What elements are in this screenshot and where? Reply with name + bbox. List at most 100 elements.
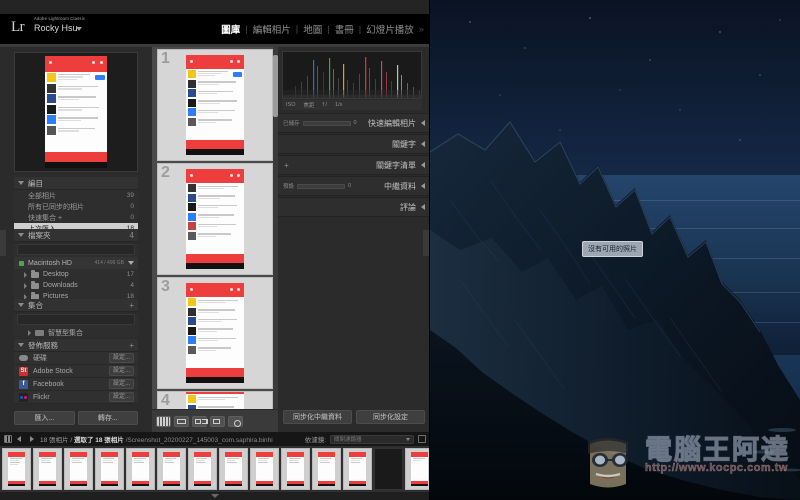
folders-header[interactable]: 檔案夾 4 (14, 229, 138, 242)
import-button[interactable]: 匯入... (14, 411, 75, 425)
add-publish-service-icon[interactable]: + (129, 341, 134, 350)
folder-volume-macintosh-hd[interactable]: Macintosh HD 414 / 499 GB (14, 257, 138, 269)
add-collection-icon[interactable]: + (129, 301, 134, 310)
collection-item-smart[interactable]: 智慧型集合 (14, 327, 138, 338)
filter-dropdown[interactable]: 關閉濾鏡器 (330, 434, 414, 444)
chevron-down-icon[interactable] (128, 261, 134, 265)
comments-section[interactable]: 評論 (278, 197, 429, 217)
setup-button[interactable]: 設定... (108, 366, 134, 376)
setup-button[interactable]: 設定... (108, 379, 134, 389)
catalog-item-quick-collection[interactable]: 快速集合 + 0 (14, 212, 138, 223)
export-button[interactable]: 轉存... (77, 411, 138, 425)
publish-service-adobe-stock[interactable]: St Adobe Stock 設定... (14, 365, 138, 378)
filmstrip-item[interactable] (343, 448, 372, 490)
quick-develop-section[interactable]: 已儲存 0 快速編輯相片 (278, 113, 429, 133)
desktop-wallpaper[interactable]: 沒有可用的照片 電腦王阿達 http://www.kocpc.com.tw (430, 0, 800, 500)
keywording-section[interactable]: 關鍵字 (278, 134, 429, 154)
disclosure-arrow-icon[interactable] (24, 282, 27, 289)
module-book[interactable]: 書冊 (335, 22, 354, 36)
folders-search-input[interactable] (17, 244, 135, 255)
filmstrip-collapse-handle[interactable] (0, 492, 429, 500)
navigate-forward-icon[interactable] (28, 435, 36, 443)
filmstrip-item[interactable] (2, 448, 31, 490)
people-view-icon[interactable] (228, 415, 243, 427)
publish-service-label: Facebook (33, 380, 64, 388)
navigator-preview[interactable] (14, 52, 138, 172)
grid-cell[interactable]: 1 (157, 49, 273, 161)
publish-services-list: 硬碟 設定... St Adobe Stock 設定... f Facebook… (14, 352, 138, 404)
setup-button[interactable]: 設定... (108, 353, 134, 363)
grid-cell[interactable]: 2 (157, 163, 273, 275)
publish-service-harddisk[interactable]: 硬碟 設定... (14, 352, 138, 365)
module-picker: 圖庫 | 編輯相片 | 地圖 | 書冊 | 幻燈片播放 » (221, 22, 424, 37)
grid-cell[interactable]: 3 (157, 277, 273, 389)
filmstrip-item[interactable] (95, 448, 124, 490)
survey-view-icon[interactable] (210, 415, 225, 427)
navigate-back-icon[interactable] (16, 435, 24, 443)
disclosure-triangle-icon[interactable] (18, 181, 24, 185)
module-develop[interactable]: 編輯相片 (253, 22, 291, 36)
filmstrip-item[interactable] (312, 448, 341, 490)
catalog-header[interactable]: 編目 (14, 177, 138, 190)
collapse-triangle-icon[interactable] (421, 204, 425, 210)
filmstrip-item[interactable] (126, 448, 155, 490)
publish-service-facebook[interactable]: f Facebook 設定... (14, 378, 138, 391)
disclosure-triangle-icon[interactable] (18, 233, 24, 237)
compare-view-icon[interactable] (192, 415, 207, 427)
left-panel-collapse-arrow[interactable] (0, 230, 6, 256)
loupe-view-icon[interactable] (174, 415, 189, 427)
filmstrip-item[interactable] (250, 448, 279, 490)
metadata-section[interactable]: 預設 0 中繼資料 (278, 176, 429, 196)
quick-develop-slider[interactable]: 已儲存 0 (283, 119, 357, 127)
filter-lock-icon[interactable] (418, 435, 426, 443)
show-grid-icon[interactable] (4, 435, 12, 443)
chevron-down-icon[interactable] (406, 437, 410, 441)
filmstrip-item[interactable] (219, 448, 248, 490)
filmstrip-item[interactable] (188, 448, 217, 490)
filmstrip-item[interactable] (33, 448, 62, 490)
navigator-thumbnail (45, 56, 107, 168)
disclosure-triangle-icon[interactable] (18, 343, 24, 347)
disclosure-triangle-icon[interactable] (18, 303, 24, 307)
filmstrip-item[interactable] (374, 448, 403, 490)
publish-services-header[interactable]: 發佈服務 + (14, 339, 138, 352)
collections-header[interactable]: 集合 + (14, 299, 138, 312)
metadata-preset-slider[interactable]: 預設 0 (283, 182, 351, 190)
publish-service-flickr[interactable]: Flickr 設定... (14, 391, 138, 404)
grid-view-icon[interactable] (156, 415, 171, 427)
filmstrip-thumbnails[interactable] (0, 446, 429, 492)
collections-search-input[interactable] (17, 314, 135, 325)
flickr-icon (19, 392, 28, 402)
catalog-item-all-photos[interactable]: 全部相片 39 (14, 190, 138, 201)
slider-track[interactable] (302, 120, 351, 126)
setup-button[interactable]: 設定... (108, 392, 134, 402)
add-keyword-icon[interactable]: + (284, 161, 289, 170)
catalog-item-synced[interactable]: 所有已同步的相片 0 (14, 201, 138, 212)
collapse-triangle-icon[interactable] (421, 183, 425, 189)
filmstrip-item[interactable] (281, 448, 310, 490)
collapse-triangle-icon[interactable] (421, 162, 425, 168)
module-map[interactable]: 地圖 (303, 22, 322, 36)
module-slideshow[interactable]: 幻燈片播放 (366, 22, 414, 36)
collapse-triangle-icon[interactable] (211, 494, 219, 498)
collapse-triangle-icon[interactable] (421, 120, 425, 126)
grid-view[interactable]: 1 2 3 4 (152, 47, 278, 432)
shutter-speed-label: 1/s (335, 102, 343, 108)
sync-metadata-button[interactable]: 同步化中繼資料 (283, 410, 352, 424)
filmstrip-item[interactable] (64, 448, 93, 490)
histogram[interactable] (282, 51, 422, 99)
slider-track[interactable] (297, 183, 346, 189)
filmstrip-item[interactable] (157, 448, 186, 490)
collapse-triangle-icon[interactable] (421, 141, 425, 147)
disclosure-arrow-icon[interactable] (28, 329, 31, 336)
disclosure-arrow-icon[interactable] (24, 271, 27, 278)
sync-settings-button[interactable]: 同步化設定 (356, 410, 425, 424)
chevron-down-icon[interactable] (76, 27, 82, 31)
folder-item-downloads[interactable]: Downloads 4 (14, 280, 138, 291)
right-panel-collapse-arrow[interactable] (423, 230, 429, 256)
folder-item-desktop[interactable]: Desktop 17 (14, 269, 138, 280)
module-overflow-icon[interactable]: » (419, 24, 424, 35)
module-library[interactable]: 圖庫 (221, 22, 240, 36)
keyword-list-section[interactable]: + 關鍵字清單 (278, 155, 429, 175)
filmstrip-item[interactable] (405, 448, 429, 490)
